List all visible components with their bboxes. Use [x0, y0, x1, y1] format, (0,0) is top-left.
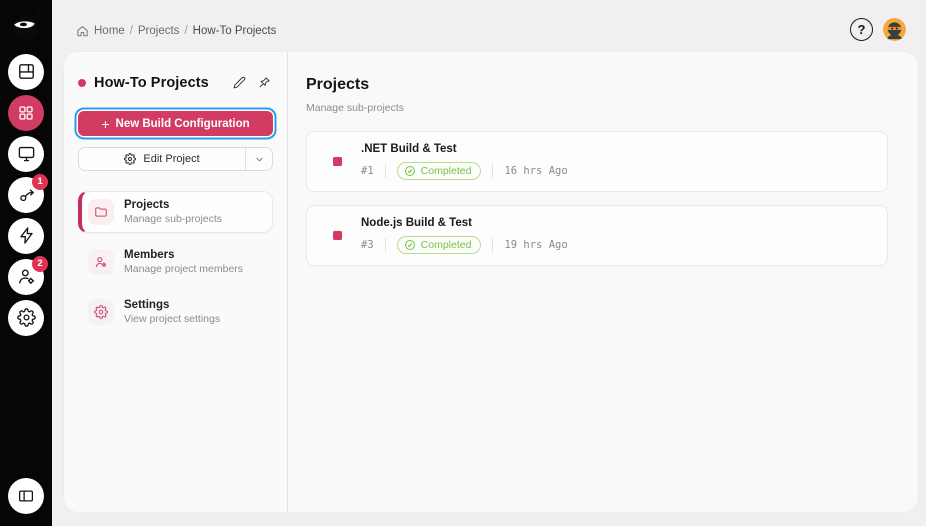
pin-icon	[259, 77, 270, 88]
nav-label: Projects	[124, 199, 170, 211]
left-rail: 1 2	[0, 0, 52, 526]
pencil-icon	[233, 76, 246, 89]
check-circle-icon	[404, 166, 415, 176]
avatar[interactable]	[883, 18, 906, 41]
monitor-icon	[18, 146, 34, 162]
nav-sublabel: Manage sub-projects	[124, 213, 223, 225]
help-button[interactable]: ?	[850, 18, 873, 41]
sub-project-list: .NET Build & Test #1 Completed 16 hrs Ag…	[306, 131, 888, 266]
nav-label: Settings	[124, 299, 170, 311]
rail-item-settings[interactable]	[8, 299, 44, 336]
panel-nav-members[interactable]: Members Manage project members	[78, 241, 273, 283]
plus-icon: +	[101, 115, 110, 132]
pipeline-icon	[19, 189, 34, 202]
breadcrumb: Home / Projects / How-To Projects	[76, 22, 276, 40]
breadcrumb-separator: /	[129, 25, 133, 37]
gear-icon	[124, 153, 137, 165]
panel-nav-projects[interactable]: Projects Manage sub-projects	[78, 191, 273, 233]
rail-item-dashboard[interactable]	[8, 53, 44, 90]
project-status-dot	[78, 78, 86, 87]
project-panel: How-To Projects + New Build Configuratio…	[64, 52, 288, 512]
build-number: #1	[361, 165, 374, 177]
sub-project-title: Node.js Build & Test	[361, 217, 472, 229]
edit-project-dropdown[interactable]	[245, 148, 272, 170]
meta-divider	[384, 238, 386, 252]
rail-item-pipelines[interactable]: 1	[8, 173, 48, 213]
edit-project-main: Edit Project	[79, 148, 245, 170]
rail-item-users[interactable]: 2	[8, 255, 48, 295]
project-panel-header: How-To Projects	[78, 74, 273, 91]
rail-item-collapse[interactable]	[8, 478, 44, 514]
check-circle-icon	[404, 240, 415, 250]
avatar-ninja-image	[883, 18, 906, 41]
content-shell: How-To Projects + New Build Configuratio…	[64, 52, 918, 512]
nav-sublabel: View project settings	[124, 313, 221, 325]
build-time: 19 hrs Ago	[504, 239, 568, 251]
page-title: Projects	[306, 76, 370, 93]
breadcrumb-home[interactable]: Home	[94, 25, 125, 37]
project-color-square	[333, 157, 342, 166]
panel-nav-settings-text: Settings View project settings	[124, 299, 220, 325]
breadcrumb-projects[interactable]: Projects	[138, 25, 180, 37]
dashboard-icon	[18, 64, 34, 79]
status-label: Completed	[420, 239, 472, 251]
sidebar-collapse-icon	[18, 490, 34, 502]
page-subtitle: Manage sub-projects	[306, 102, 405, 114]
lightning-icon	[19, 227, 33, 244]
build-time: 16 hrs Ago	[504, 165, 568, 177]
edit-project-label: Edit Project	[143, 153, 200, 165]
topbar-actions: ?	[850, 18, 906, 41]
breadcrumb-separator: /	[184, 25, 188, 37]
chevron-down-icon	[255, 157, 263, 161]
meta-divider	[492, 164, 494, 178]
question-icon: ?	[857, 22, 866, 37]
rail-item-projects[interactable]	[8, 94, 44, 131]
project-title: How-To Projects	[94, 74, 209, 91]
home-icon	[77, 25, 88, 36]
users-badge: 2	[32, 255, 48, 272]
status-badge: Completed	[396, 162, 482, 180]
sub-project-meta: #1 Completed 16 hrs Ago	[361, 162, 568, 180]
meta-divider	[384, 164, 386, 178]
folder-icon	[88, 199, 114, 225]
settings-gear-icon	[88, 299, 114, 325]
main-content: Projects Manage sub-projects .NET Build …	[288, 52, 918, 512]
edit-title-button[interactable]	[231, 74, 248, 91]
build-number: #3	[361, 239, 374, 251]
breadcrumb-current: How-To Projects	[192, 25, 277, 37]
members-user-icon	[88, 249, 114, 275]
gear-icon	[16, 308, 36, 327]
nav-label: Members	[124, 249, 175, 261]
pin-project-button[interactable]	[256, 74, 273, 91]
panel-nav-settings[interactable]: Settings View project settings	[78, 291, 273, 333]
panel-nav-members-text: Members Manage project members	[124, 249, 243, 275]
project-color-square	[333, 231, 342, 240]
sub-project-card-nodejs[interactable]: Node.js Build & Test #3 Completed 19 hrs…	[306, 205, 888, 266]
edit-project-button[interactable]: Edit Project	[78, 147, 273, 171]
card-body: Node.js Build & Test #3 Completed 19 hrs…	[361, 217, 568, 254]
rail-item-agents[interactable]	[8, 217, 44, 254]
sub-project-card-dotnet[interactable]: .NET Build & Test #1 Completed 16 hrs Ag…	[306, 131, 888, 192]
panel-nav-projects-text: Projects Manage sub-projects	[124, 199, 222, 225]
sub-project-meta: #3 Completed 19 hrs Ago	[361, 236, 568, 254]
status-badge: Completed	[396, 236, 482, 254]
project-panel-nav: Projects Manage sub-projects Members Man…	[78, 191, 273, 333]
rail-item-monitor[interactable]	[8, 135, 44, 172]
ninja-logo[interactable]	[6, 6, 46, 46]
card-body: .NET Build & Test #1 Completed 16 hrs Ag…	[361, 143, 568, 180]
pipelines-badge: 1	[32, 173, 48, 190]
sub-project-title: .NET Build & Test	[361, 143, 457, 155]
status-label: Completed	[420, 165, 472, 177]
new-build-configuration-label: New Build Configuration	[115, 117, 250, 130]
apps-grid-icon	[19, 105, 33, 120]
new-build-configuration-button[interactable]: + New Build Configuration	[78, 111, 273, 136]
meta-divider	[492, 238, 494, 252]
user-gear-icon	[18, 269, 34, 285]
nav-sublabel: Manage project members	[124, 263, 244, 275]
